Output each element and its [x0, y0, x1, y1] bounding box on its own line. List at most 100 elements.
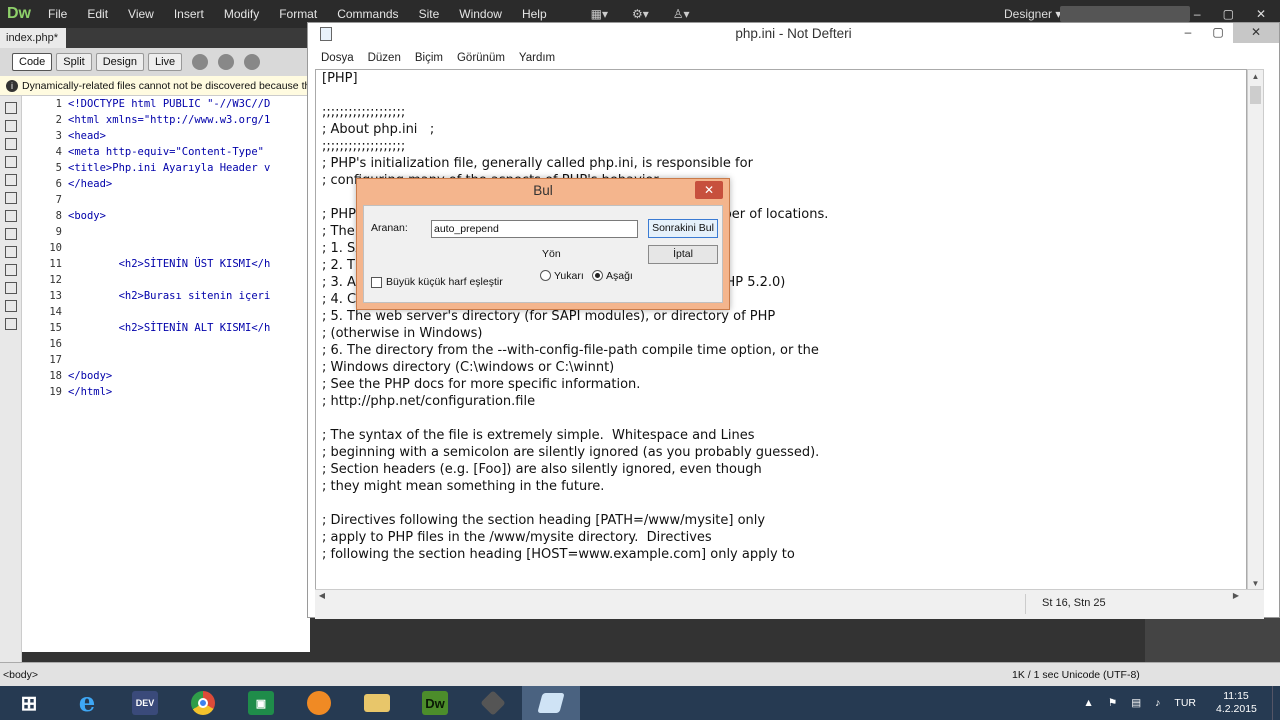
refresh-icon[interactable]: [244, 54, 261, 70]
notepad-text-area[interactable]: [PHP];;;;;;;;;;;;;;;;;;; ; About php.ini …: [315, 69, 1247, 591]
code-editor[interactable]: 1 2 3 4 5 6 7 8 9 10 11 12 13 14 15 16 17 18 19 <!DOCTYPE …: [22, 96, 310, 652]
find-dialog: Bul ✕ Aranan: Sonrakini Bul İptal Büyük …: [356, 178, 730, 310]
line-numbers-icon[interactable]: [5, 174, 17, 186]
network-icon[interactable]: ▤: [1131, 697, 1141, 709]
notepad-titlebar[interactable]: php.ini - Not Defteri – ▢ ✕: [308, 23, 1279, 48]
layout-icon[interactable]: ▦▾: [591, 7, 608, 21]
code-content[interactable]: <!DOCTYPE html PUBLIC "-//W3C//D <html xm…: [68, 96, 270, 400]
publisher-icon: ▣: [248, 691, 274, 715]
flag-icon[interactable]: ⚑: [1108, 697, 1117, 709]
direction-down-radio[interactable]: [592, 270, 603, 281]
folder-icon: [364, 694, 390, 712]
clock-date: 4.2.2015: [1216, 703, 1257, 715]
notepad-menu-item[interactable]: Düzen: [361, 49, 408, 69]
inspect-icon[interactable]: [192, 54, 209, 70]
apply-comment-icon[interactable]: [5, 210, 17, 222]
recent-snippets-icon[interactable]: [5, 264, 17, 276]
line-number: 13: [49, 290, 62, 302]
notepad-menu-item[interactable]: Dosya: [314, 49, 361, 69]
select-parent-tag-icon[interactable]: [5, 156, 17, 168]
taskbar-paint-tool[interactable]: [464, 686, 522, 720]
taskbar-dev-cpp[interactable]: DEV: [116, 686, 174, 720]
scroll-up-icon[interactable]: ▲: [1248, 72, 1263, 81]
taskbar-notepad[interactable]: [522, 686, 580, 720]
menu-view[interactable]: View: [118, 0, 164, 28]
internet-explorer-icon: e: [78, 688, 96, 718]
chevron-up-icon[interactable]: ▲: [1083, 697, 1093, 709]
text-line: [316, 87, 1246, 104]
code-line: <h2>SİTENİN ÜST KISMI</h: [68, 258, 271, 270]
extension-icon[interactable]: ♙▾: [673, 7, 690, 21]
tab-index-php[interactable]: index.php*: [0, 28, 66, 48]
taskbar-chrome[interactable]: [174, 686, 232, 720]
system-tray: ▲ ⚑ ▤ ♪ TUR 11:15 4.2.2015: [1083, 686, 1280, 720]
search-label: Aranan:: [371, 222, 408, 234]
preview-icon[interactable]: [218, 54, 235, 70]
taskbar-internet-explorer[interactable]: e: [58, 686, 116, 720]
clock[interactable]: 11:15 4.2.2015: [1216, 690, 1257, 716]
outdent-icon[interactable]: [5, 300, 17, 312]
close-icon[interactable]: ✕: [695, 181, 723, 199]
line-number: 2: [55, 114, 62, 126]
format-source-icon[interactable]: [5, 318, 17, 330]
code-view-button[interactable]: Code: [12, 53, 53, 71]
taskbar-dreamweaver[interactable]: Dw: [406, 686, 464, 720]
taskbar-firefox[interactable]: [290, 686, 348, 720]
find-next-button[interactable]: Sonrakini Bul: [648, 219, 718, 238]
scroll-thumb[interactable]: [1250, 86, 1261, 104]
code-line: <body>: [68, 210, 106, 222]
volume-icon[interactable]: ♪: [1155, 697, 1160, 709]
text-line: ; The syntax of the file is extremely si…: [322, 428, 755, 443]
menu-file[interactable]: File: [38, 0, 77, 28]
cancel-button[interactable]: İptal: [648, 245, 718, 264]
code-line: <meta http-equiv="Content-Type": [68, 146, 264, 158]
notepad-icon: [537, 693, 565, 713]
notepad-menubar: Dosya Düzen Biçim Görünüm Yardım: [308, 49, 1279, 69]
expand-all-icon[interactable]: [5, 138, 17, 150]
show-desktop-button[interactable]: [1272, 686, 1280, 720]
language-indicator[interactable]: TUR: [1174, 697, 1196, 709]
info-bar-text: Dynamically-related files cannot not be …: [22, 80, 310, 92]
close-icon[interactable]: ✕: [1233, 23, 1279, 43]
scroll-down-icon[interactable]: ▼: [1248, 579, 1263, 588]
scroll-left-icon[interactable]: ◀: [317, 591, 327, 600]
start-button[interactable]: ⊞: [0, 686, 58, 720]
dw-search-input[interactable]: [1060, 6, 1190, 22]
text-line: ; http://php.net/configuration.file: [322, 394, 536, 409]
wrap-tag-icon[interactable]: [5, 246, 17, 258]
vertical-scrollbar[interactable]: ▲ ▼: [1247, 69, 1264, 591]
minimize-icon[interactable]: –: [1173, 23, 1203, 43]
find-dialog-title[interactable]: Bul: [357, 183, 729, 198]
menu-modify[interactable]: Modify: [214, 0, 269, 28]
notepad-menu-item[interactable]: Biçim: [408, 49, 450, 69]
notepad-menu-item[interactable]: Görünüm: [450, 49, 512, 69]
indent-icon[interactable]: [5, 282, 17, 294]
line-number: 9: [55, 226, 62, 238]
line-number: 14: [49, 306, 62, 318]
live-view-button[interactable]: Live: [147, 53, 183, 71]
highlight-invalid-icon[interactable]: [5, 192, 17, 204]
line-number: 19: [49, 386, 62, 398]
tag-selector[interactable]: <body>: [3, 669, 38, 681]
match-case-checkbox[interactable]: [371, 277, 382, 288]
taskbar-file-explorer[interactable]: [348, 686, 406, 720]
menu-insert[interactable]: Insert: [164, 0, 214, 28]
maximize-icon[interactable]: ▢: [1203, 23, 1233, 43]
remove-comment-icon[interactable]: [5, 228, 17, 240]
design-view-button[interactable]: Design: [95, 53, 144, 71]
collapse-tag-icon[interactable]: [5, 120, 17, 132]
notepad-menu-item[interactable]: Yardım: [512, 49, 562, 69]
search-input[interactable]: [431, 220, 638, 238]
taskbar-publisher[interactable]: ▣: [232, 686, 290, 720]
open-documents-icon[interactable]: [5, 102, 17, 114]
menu-edit[interactable]: Edit: [77, 0, 118, 28]
direction-up-radio[interactable]: [540, 270, 551, 281]
split-view-button[interactable]: Split: [56, 53, 92, 71]
status-divider: [1025, 594, 1026, 614]
workspace-label: Designer: [1004, 7, 1053, 21]
scroll-right-icon[interactable]: ▶: [1231, 591, 1241, 600]
notepad-icon: [320, 27, 332, 41]
gear-icon[interactable]: ⚙▾: [632, 7, 649, 21]
